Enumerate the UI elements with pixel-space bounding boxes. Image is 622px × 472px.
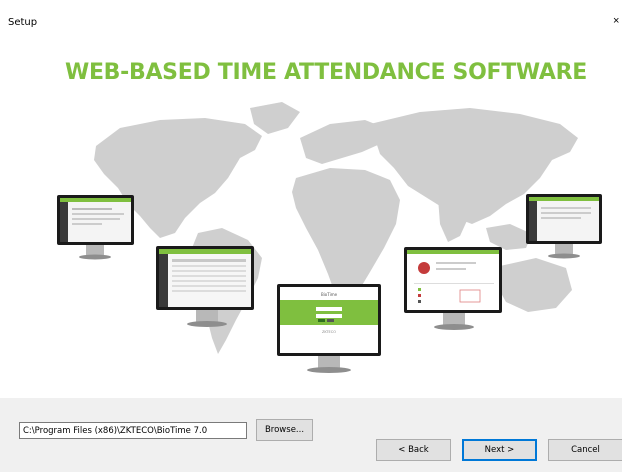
title-bar: Setup × <box>0 0 622 28</box>
close-icon[interactable]: × <box>613 15 619 27</box>
svg-text:BioTime: BioTime <box>321 292 338 297</box>
window-title: Setup <box>8 17 38 28</box>
cancel-button[interactable]: Cancel <box>548 439 622 461</box>
continent-australia <box>496 258 572 312</box>
headline: WEB-BASED TIME ATTENDANCE SOFTWARE <box>64 60 588 85</box>
monitor-right <box>404 247 502 330</box>
bottom-panel: Browse... < Back Next > Cancel <box>0 398 622 472</box>
hero-banner: BioTime ZKTECO WEB-BASED TIME ATTENDANCE… <box>0 28 622 398</box>
monitor-far-right <box>526 194 602 259</box>
monitor-far-left <box>57 195 134 260</box>
monitor-center: BioTime ZKTECO <box>277 284 381 373</box>
next-button[interactable]: Next > <box>462 439 537 461</box>
setup-window: Setup × BioTime ZKTECO WEB-BASED TIME AT… <box>0 0 622 472</box>
monitor-left <box>156 246 254 327</box>
back-button[interactable]: < Back <box>376 439 451 461</box>
svg-text:ZKTECO: ZKTECO <box>322 330 336 334</box>
landmass-southeast-asia <box>486 224 532 250</box>
install-path-input[interactable] <box>19 422 247 439</box>
landmass-greenland <box>250 102 300 134</box>
browse-button[interactable]: Browse... <box>256 419 313 441</box>
